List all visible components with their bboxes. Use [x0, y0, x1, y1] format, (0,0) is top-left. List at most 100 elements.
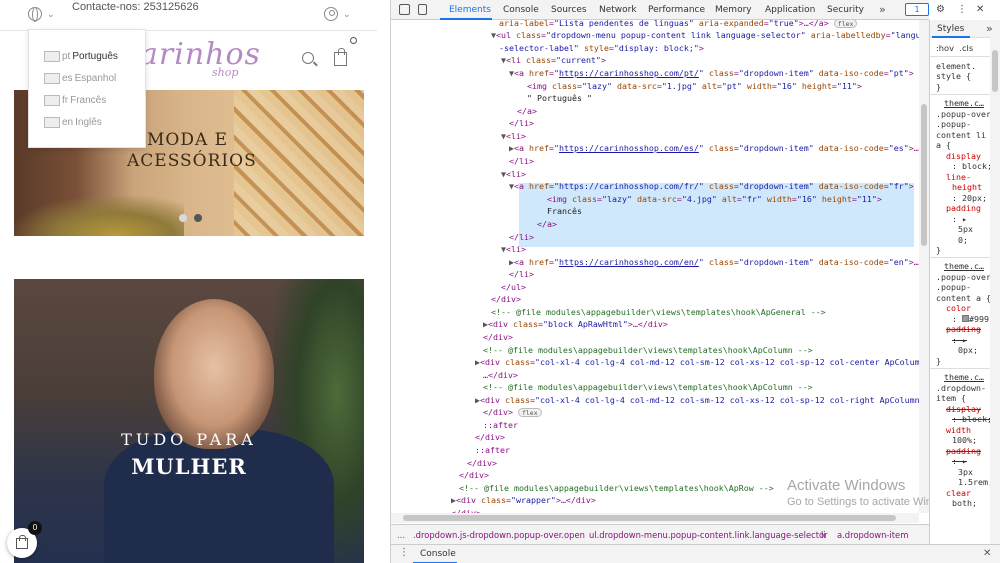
tab-performance[interactable]: Performance — [648, 5, 705, 15]
dom-node[interactable]: ▶<a href="https://carinhosshop.com/es/" … — [509, 142, 929, 155]
css-value[interactable]: 1.5rem; — [958, 477, 993, 488]
css-property[interactable]: line- — [946, 172, 971, 183]
hov-toggle[interactable]: :hov — [936, 43, 954, 53]
color-swatch[interactable] — [962, 315, 969, 322]
css-property-overridden[interactable]: padding — [946, 324, 981, 335]
stylesheet-link[interactable]: theme.c… — [944, 98, 984, 109]
dom-comment[interactable]: <!-- @file modules\appagebuilder\views\t… — [491, 306, 826, 319]
css-property[interactable]: color — [946, 303, 971, 314]
css-value[interactable]: 0; — [958, 235, 968, 246]
hero-banner-women[interactable]: TUDO PARA MULHER — [14, 279, 364, 563]
css-value[interactable]: both; — [952, 498, 977, 509]
css-value[interactable]: : ▸ — [952, 335, 967, 346]
dom-node[interactable]: ▼<ul class="dropdown-menu popup-content … — [491, 29, 929, 42]
css-value[interactable]: : 20px; — [952, 193, 987, 204]
language-option-pt[interactable]: pt Português — [44, 49, 118, 63]
scrollbar-thumb[interactable] — [921, 104, 927, 246]
css-property-overridden[interactable]: padding — [946, 446, 981, 457]
css-selector[interactable]: .popup- — [936, 119, 971, 130]
tab-network[interactable]: Network — [599, 5, 637, 15]
css-selector[interactable]: content li — [936, 130, 986, 141]
settings-gear-icon[interactable]: ⚙ — [936, 4, 945, 15]
dom-node[interactable]: ▶<div class="col-xl-4 col-lg-4 col-md-12… — [475, 356, 925, 369]
dom-node[interactable]: ▼<li> — [501, 168, 526, 181]
dom-node[interactable]: ▶<div class="block ApRawHtml">…</div> — [483, 318, 668, 331]
css-property[interactable]: height — [952, 182, 982, 193]
elements-scrollbar[interactable] — [919, 20, 929, 513]
css-value[interactable]: 5px — [958, 224, 973, 235]
language-option-fr[interactable]: fr Francês — [44, 93, 106, 107]
chevron-down-icon[interactable]: ⌄ — [343, 9, 351, 20]
dom-comment[interactable]: <!-- @file modules\appagebuilder\views\t… — [483, 381, 813, 394]
globe-icon[interactable] — [28, 7, 42, 22]
more-tabs-button[interactable]: » — [986, 22, 993, 35]
filter-toggles[interactable]: :hov .cls — [936, 43, 973, 54]
breadcrumb-more[interactable]: ... — [397, 530, 405, 540]
stylesheet-link[interactable]: theme.c… — [944, 372, 984, 383]
scrollbar-thumb[interactable] — [992, 50, 998, 92]
breadcrumb-item[interactable]: .dropdown.js-dropdown.popup-over.open — [413, 530, 585, 540]
css-value[interactable]: : ▸ — [952, 214, 967, 225]
css-property-overridden[interactable]: display — [946, 404, 981, 415]
inspect-element-icon[interactable] — [399, 4, 410, 15]
tab-styles[interactable]: Styles — [937, 24, 964, 34]
css-value[interactable]: : block; — [952, 161, 992, 172]
css-property[interactable]: display — [946, 151, 981, 162]
dom-node[interactable]: <img class="lazy" data-src="1.jpg" alt="… — [527, 80, 862, 93]
logo[interactable]: arinhos — [140, 37, 261, 72]
search-icon[interactable] — [302, 52, 314, 64]
dom-node[interactable]: ▼<li> — [501, 243, 526, 256]
tab-sources[interactable]: Sources — [551, 5, 587, 15]
css-value[interactable]: : #999 — [952, 314, 989, 325]
dom-comment[interactable]: <!-- @file modules\appagebuilder\views\t… — [459, 482, 774, 495]
slider-dot-2[interactable] — [194, 214, 202, 222]
css-selector[interactable]: .popup-over — [936, 272, 991, 283]
dom-node[interactable]: ▶<a href="https://carinhosshop.com/en/" … — [509, 256, 929, 269]
css-selector[interactable]: .dropdown- — [936, 383, 986, 394]
tab-application[interactable]: Application — [765, 5, 815, 15]
css-value[interactable]: : ▸ — [952, 456, 967, 467]
css-selector[interactable]: a { — [936, 140, 951, 151]
styles-scrollbar[interactable] — [990, 36, 1000, 544]
css-selector[interactable]: item { — [936, 393, 966, 404]
element-style-selector[interactable]: element. — [936, 61, 976, 72]
dom-node[interactable]: ▼<li class="current"> — [501, 54, 606, 67]
issues-badge[interactable]: 1 — [905, 3, 929, 16]
dom-comment[interactable]: <!-- @file modules\appagebuilder\views\t… — [483, 344, 813, 357]
dom-node[interactable]: ▼<li> — [501, 130, 526, 143]
tab-console-drawer[interactable]: Console — [420, 549, 456, 559]
dom-node[interactable]: ▶<div class="col-xl-4 col-lg-4 col-md-12… — [475, 394, 929, 407]
close-icon[interactable]: ✕ — [983, 548, 991, 559]
tab-elements[interactable]: Elements — [449, 5, 491, 15]
tab-console[interactable]: Console — [503, 5, 539, 15]
dom-node-selected[interactable]: ▼<a href="https://carinhosshop.com/fr/" … — [509, 180, 914, 193]
dom-node[interactable]: ▼<a href="https://carinhosshop.com/pt/" … — [509, 67, 914, 80]
kebab-menu-icon[interactable]: ⋮ — [957, 4, 967, 15]
css-value[interactable]: 100%; — [952, 435, 977, 446]
dom-pseudo[interactable]: ::after — [483, 419, 518, 432]
elements-horizontal-scrollbar[interactable] — [391, 513, 919, 523]
css-property[interactable]: width — [946, 425, 971, 436]
css-property[interactable]: clear — [946, 488, 971, 499]
language-option-en[interactable]: en Inglês — [44, 115, 102, 129]
kebab-menu-icon[interactable]: ⋮ — [399, 547, 409, 558]
css-property[interactable]: padding — [946, 203, 981, 214]
dom-node[interactable]: ▶<div class="wrapper">…</div> — [451, 494, 596, 507]
breadcrumb-item-current[interactable]: a.dropdown-item — [837, 530, 908, 540]
language-option-es[interactable]: es Espanhol — [44, 71, 116, 85]
cls-toggle[interactable]: .cls — [959, 43, 973, 53]
css-value[interactable]: 3px — [958, 467, 973, 478]
close-icon[interactable]: ✕ — [976, 4, 984, 15]
stylesheet-link[interactable]: theme.c… — [944, 261, 984, 272]
chevron-down-icon[interactable]: ⌄ — [47, 9, 55, 20]
shopping-bag-icon[interactable] — [334, 48, 347, 66]
css-selector[interactable]: .popup-over — [936, 109, 991, 120]
breadcrumb-item[interactable]: li — [821, 530, 826, 540]
breadcrumb-item[interactable]: ul.dropdown-menu.popup-content.link.lang… — [589, 530, 828, 540]
element-style-selector[interactable]: style { — [936, 71, 971, 82]
device-toolbar-icon[interactable] — [418, 4, 427, 15]
more-tabs-button[interactable]: » — [879, 3, 886, 16]
tab-memory[interactable]: Memory — [715, 5, 752, 15]
css-selector[interactable]: .popup- — [936, 282, 971, 293]
css-selector[interactable]: content a { — [936, 293, 991, 304]
